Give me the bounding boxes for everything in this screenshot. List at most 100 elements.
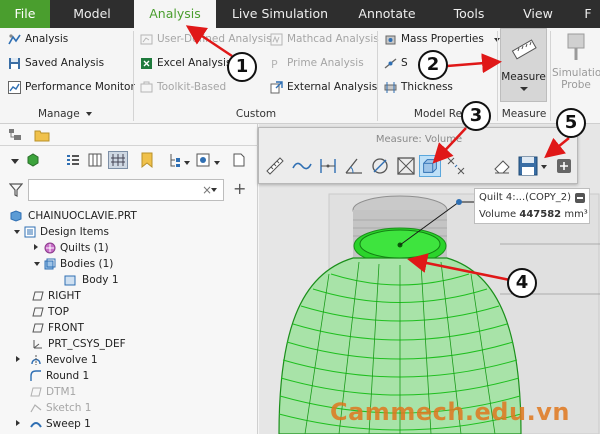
manage-group-dropdown[interactable]: Manage [0, 106, 130, 122]
prime-icon: P [271, 58, 278, 70]
ruler-summary-icon[interactable] [264, 155, 286, 177]
toolkit-icon [140, 81, 153, 93]
chevron-down-icon[interactable] [11, 159, 19, 164]
length-icon[interactable] [291, 155, 313, 177]
thickness-label: Thickness [401, 81, 453, 93]
bookmark-icon[interactable] [140, 152, 154, 168]
quilt-icon [44, 242, 56, 254]
document-icon[interactable] [232, 153, 246, 167]
angle-icon[interactable] [343, 155, 365, 177]
revolve-icon [31, 355, 41, 365]
area-icon[interactable] [395, 155, 417, 177]
measure-button[interactable]: Measure [500, 28, 547, 102]
saved-analysis-label: Saved Analysis [25, 57, 105, 69]
tree-item-label: Round 1 [46, 370, 90, 382]
measure-button-label: Measure [501, 71, 546, 83]
tree-item-label: FRONT [48, 322, 84, 334]
ruler-icon [511, 39, 537, 60]
diameter-icon[interactable] [369, 155, 391, 177]
measure-result-callout[interactable]: Quilt 4:...(COPY_2) Volume 447582 mm³ [474, 188, 590, 224]
excel-analysis-label: Excel Analysis [157, 57, 232, 69]
tree-item-label: Body 1 [82, 274, 119, 286]
part-icon[interactable] [26, 153, 40, 167]
user-defined-icon [140, 34, 153, 45]
ribbon-panel: Analysis Saved Analysis Performance Moni… [0, 28, 600, 124]
probe-icon [567, 33, 585, 60]
chevron-down-icon [86, 112, 93, 116]
step-badge-2: 2 [418, 50, 448, 80]
tree-item-label: Sketch 1 [46, 402, 92, 414]
folder-browser-icon[interactable] [34, 128, 50, 142]
grid-view-icon[interactable] [108, 151, 128, 169]
chevron-down-icon[interactable] [214, 161, 220, 165]
simulation-label: Simulation [552, 67, 600, 79]
group-divider [550, 31, 551, 121]
expand-arrow-icon[interactable] [16, 356, 20, 362]
eraser-icon[interactable] [491, 155, 513, 177]
mass-properties-label: Mass Properties [401, 33, 484, 45]
tree-item-label: TOP [48, 306, 70, 318]
add-icon[interactable]: + [233, 179, 246, 198]
mass-properties-icon [385, 35, 396, 45]
step-badge-5: 5 [556, 108, 586, 138]
chevron-down-icon [520, 87, 528, 91]
expand-arrow-icon[interactable] [34, 262, 40, 266]
transform-icon[interactable] [445, 155, 467, 177]
performance-icon [8, 81, 21, 94]
filter-icon[interactable] [9, 183, 23, 197]
custom-group-label: Custom [235, 108, 277, 120]
chevron-down-icon[interactable] [211, 188, 217, 192]
thickness-icon [384, 82, 397, 93]
external-icon [270, 81, 283, 94]
manage-group-label: Manage [37, 108, 80, 120]
tab-annotate[interactable]: Annotate [346, 0, 428, 28]
model-tree-tab-icon[interactable] [8, 128, 22, 142]
expand-arrow-icon[interactable] [16, 420, 20, 426]
body-icon [64, 275, 76, 286]
tab-tools[interactable]: Tools [432, 0, 506, 28]
save-icon [9, 58, 20, 69]
volume-icon[interactable] [419, 155, 441, 177]
tab-analysis[interactable]: Analysis [134, 0, 216, 28]
result-value: 447582 [519, 209, 562, 220]
expand-icon[interactable] [553, 155, 575, 177]
expand-arrow-icon[interactable] [14, 230, 20, 234]
chevron-down-icon[interactable] [184, 161, 190, 165]
tree-item-label: Bodies (1) [60, 258, 114, 270]
group-divider [133, 31, 134, 121]
settings-icon[interactable] [196, 153, 210, 167]
model-tree-panel: × + CHAINUOCLAVIE.PRT Design Items Quilt… [0, 124, 258, 434]
tab-live-simulation[interactable]: Live Simulation [218, 0, 342, 28]
tree-list-icon[interactable] [66, 153, 80, 167]
tree-item-label: Design Items [40, 226, 109, 238]
probe-label: Probe [561, 79, 591, 91]
watermark-logo: Cammech.edu.vn [330, 398, 570, 426]
tree-toolbar [0, 148, 258, 172]
chevron-down-icon[interactable] [541, 165, 547, 169]
datum-plane-icon [30, 387, 42, 397]
simulation-probe-button[interactable]: Simulation Probe [552, 32, 600, 102]
ribbon-tab-bar: File Model Analysis Live Simulation Anno… [0, 0, 600, 28]
expand-arrow-icon[interactable] [34, 244, 38, 250]
minimize-icon[interactable] [575, 193, 585, 203]
tab-model[interactable]: Model [52, 0, 132, 28]
tab-file[interactable]: File [0, 0, 50, 28]
coordinate-system-icon [33, 340, 42, 349]
panel-tabs [0, 124, 258, 146]
result-unit: mm³ [564, 209, 588, 220]
result-volume-line: Volume 447582 mm³ [479, 209, 588, 220]
user-defined-analysis-label: User-Defined Analysis [157, 33, 272, 45]
part-icon [10, 210, 22, 222]
datum-plane-icon [32, 323, 44, 333]
performance-monitor-label: Performance Monitor [25, 81, 135, 93]
save-measure-icon[interactable] [517, 155, 539, 177]
tree-item-label: RIGHT [48, 290, 81, 302]
search-input[interactable]: × [28, 179, 224, 201]
tab-view[interactable]: View [508, 0, 568, 28]
columns-icon[interactable] [88, 153, 102, 167]
analysis-label: Analysis [25, 33, 69, 45]
tree-item-label: Revolve 1 [46, 354, 98, 366]
distance-icon[interactable] [317, 155, 339, 177]
tree-item-label: Sweep 1 [46, 418, 91, 430]
tab-more[interactable]: F [576, 0, 600, 28]
